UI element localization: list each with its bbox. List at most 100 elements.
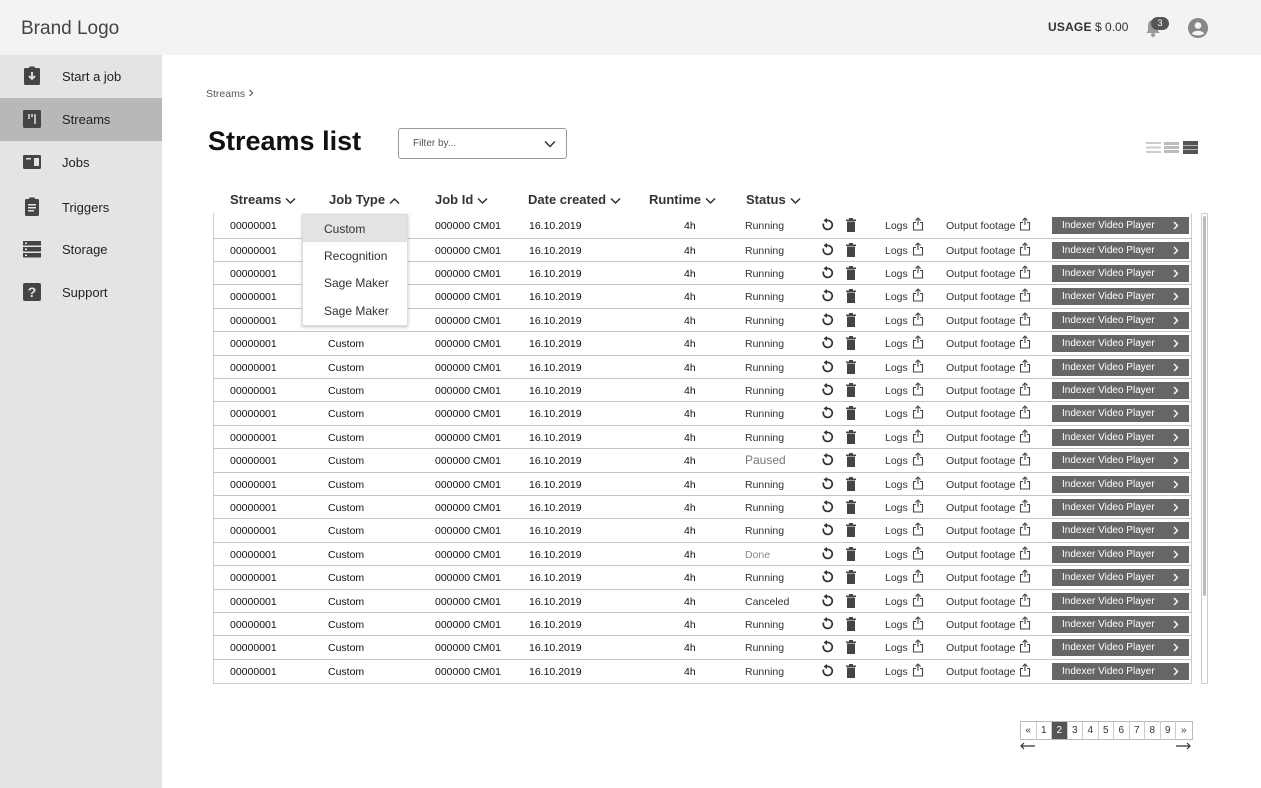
output-footage-link[interactable]: Output footage [946, 549, 1015, 561]
output-footage-link[interactable]: Output footage [946, 455, 1015, 467]
indexer-video-player-button[interactable]: Indexer Video Player [1052, 429, 1189, 446]
dropdown-option[interactable]: Sage Maker [303, 297, 407, 324]
table-row[interactable]: 00000001 Custom 000000 CM01 16.10.2019 4h Run… [214, 401, 1191, 425]
indexer-video-player-button[interactable]: Indexer Video Player [1052, 359, 1189, 376]
logs-link[interactable]: Logs [885, 596, 908, 608]
restart-icon[interactable] [820, 453, 834, 467]
table-row[interactable]: 00000001 Custom 000000 CM01 16.10.2019 4h Run… [214, 518, 1191, 542]
share-icon[interactable] [1019, 405, 1031, 419]
share-icon[interactable] [1019, 476, 1031, 490]
output-footage-link[interactable]: Output footage [946, 245, 1015, 257]
table-row[interactable]: 00000001 Custom 000000 CM01 16.10.2019 4h Run… [214, 378, 1191, 402]
delete-icon[interactable] [844, 430, 858, 444]
share-icon[interactable] [912, 265, 924, 279]
output-footage-link[interactable]: Output footage [946, 268, 1015, 280]
logs-link[interactable]: Logs [885, 572, 908, 584]
output-footage-link[interactable]: Output footage [946, 362, 1015, 374]
pagination-page[interactable]: 9 [1161, 722, 1176, 739]
logs-link[interactable]: Logs [885, 385, 908, 397]
share-icon[interactable] [912, 359, 924, 373]
output-footage-link[interactable]: Output footage [946, 408, 1015, 420]
restart-icon[interactable] [820, 640, 834, 654]
logs-link[interactable]: Logs [885, 268, 908, 280]
dropdown-option[interactable]: Recognition [303, 242, 407, 269]
logs-link[interactable]: Logs [885, 315, 908, 327]
delete-icon[interactable] [844, 617, 858, 631]
indexer-video-player-button[interactable]: Indexer Video Player [1052, 217, 1189, 234]
indexer-video-player-button[interactable]: Indexer Video Player [1052, 593, 1189, 610]
table-row[interactable]: 00000001 Custom 000000 CM01 16.10.2019 4h Run… [214, 425, 1191, 449]
delete-icon[interactable] [844, 477, 858, 491]
share-icon[interactable] [912, 429, 924, 443]
share-icon[interactable] [912, 405, 924, 419]
sidebar-item-jobs[interactable]: Jobs [0, 141, 162, 184]
restart-icon[interactable] [820, 313, 834, 327]
output-footage-link[interactable]: Output footage [946, 479, 1015, 491]
share-icon[interactable] [912, 476, 924, 490]
share-icon[interactable] [1019, 522, 1031, 536]
dropdown-option[interactable]: Custom [303, 215, 407, 242]
restart-icon[interactable] [820, 547, 834, 561]
indexer-video-player-button[interactable]: Indexer Video Player [1052, 335, 1189, 352]
output-footage-link[interactable]: Output footage [946, 596, 1015, 608]
share-icon[interactable] [1019, 217, 1031, 231]
logs-link[interactable]: Logs [885, 432, 908, 444]
restart-icon[interactable] [820, 266, 834, 280]
delete-icon[interactable] [844, 360, 858, 374]
indexer-video-player-button[interactable]: Indexer Video Player [1052, 546, 1189, 563]
column-header-streams[interactable]: Streams [230, 192, 296, 207]
logs-link[interactable]: Logs [885, 479, 908, 491]
share-icon[interactable] [912, 663, 924, 677]
share-icon[interactable] [912, 217, 924, 231]
delete-icon[interactable] [844, 289, 858, 303]
table-row[interactable]: 00000001 Custom 000000 CM01 16.10.2019 4h Run… [214, 635, 1191, 659]
sidebar-item-triggers[interactable]: Triggers [0, 186, 162, 229]
indexer-video-player-button[interactable]: Indexer Video Player [1052, 522, 1189, 539]
pagination-page-current[interactable]: 2 [1052, 722, 1068, 739]
restart-icon[interactable] [820, 570, 834, 584]
pagination-page[interactable]: 4 [1083, 722, 1099, 739]
table-row[interactable]: 00000001 Custom 000000 CM01 16.10.2019 4h Run… [214, 472, 1191, 496]
share-icon[interactable] [1019, 663, 1031, 677]
share-icon[interactable] [912, 382, 924, 396]
share-icon[interactable] [1019, 242, 1031, 256]
logs-link[interactable]: Logs [885, 502, 908, 514]
share-icon[interactable] [912, 569, 924, 583]
table-view-icon[interactable] [1183, 140, 1198, 155]
delete-icon[interactable] [844, 594, 858, 608]
brand-logo[interactable]: Brand Logo [21, 18, 119, 40]
share-icon[interactable] [912, 593, 924, 607]
share-icon[interactable] [912, 616, 924, 630]
table-row[interactable]: 00000001 Custom 000000 CM01 16.10.2019 4h Run… [214, 565, 1191, 589]
restart-icon[interactable] [820, 594, 834, 608]
delete-icon[interactable] [844, 570, 858, 584]
share-icon[interactable] [912, 522, 924, 536]
list-view-icon[interactable] [1146, 140, 1161, 155]
filter-select[interactable]: Filter by... [398, 128, 567, 159]
indexer-video-player-button[interactable]: Indexer Video Player [1052, 382, 1189, 399]
delete-icon[interactable] [844, 500, 858, 514]
restart-icon[interactable] [820, 218, 834, 232]
logs-link[interactable]: Logs [885, 549, 908, 561]
share-icon[interactable] [1019, 359, 1031, 373]
output-footage-link[interactable]: Output footage [946, 338, 1015, 350]
delete-icon[interactable] [844, 218, 858, 232]
restart-icon[interactable] [820, 243, 834, 257]
column-header-job-type[interactable]: Job Type [329, 192, 400, 207]
restart-icon[interactable] [820, 477, 834, 491]
delete-icon[interactable] [844, 664, 858, 678]
table-row[interactable]: 00000001 Custom 000000 CM01 16.10.2019 4h Can… [214, 589, 1191, 613]
table-row[interactable]: 00000001 Custom 000000 CM01 16.10.2019 4h Run… [214, 612, 1191, 636]
output-footage-link[interactable]: Output footage [946, 666, 1015, 678]
pagination-page[interactable]: 5 [1099, 722, 1114, 739]
delete-icon[interactable] [844, 243, 858, 257]
share-icon[interactable] [912, 242, 924, 256]
indexer-video-player-button[interactable]: Indexer Video Player [1052, 405, 1189, 422]
indexer-video-player-button[interactable]: Indexer Video Player [1052, 616, 1189, 633]
logs-link[interactable]: Logs [885, 291, 908, 303]
share-icon[interactable] [1019, 382, 1031, 396]
output-footage-link[interactable]: Output footage [946, 572, 1015, 584]
output-footage-link[interactable]: Output footage [946, 502, 1015, 514]
output-footage-link[interactable]: Output footage [946, 619, 1015, 631]
logs-link[interactable]: Logs [885, 408, 908, 420]
